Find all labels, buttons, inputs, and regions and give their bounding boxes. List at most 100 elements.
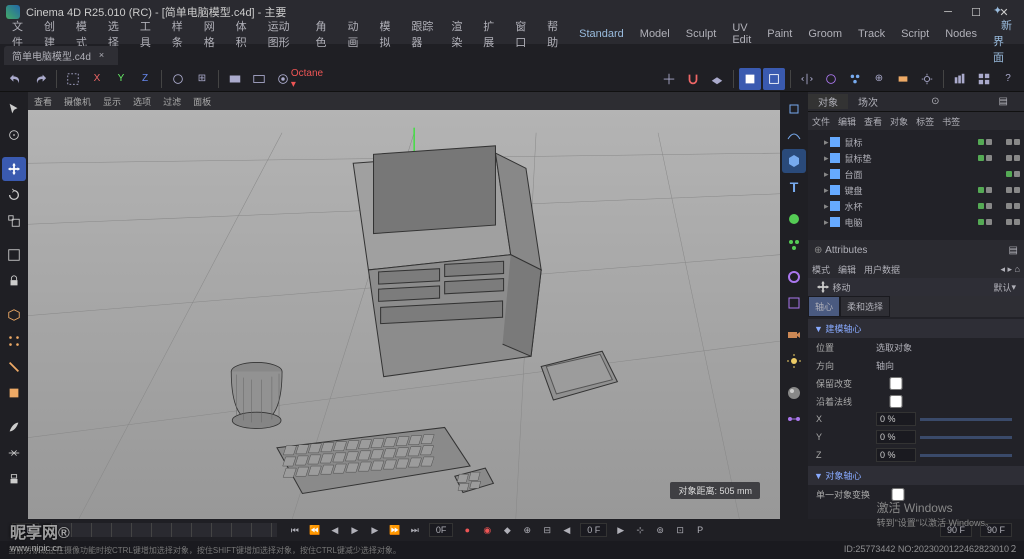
object-row[interactable]: ▸电脑 xyxy=(812,214,1020,230)
key-button[interactable]: ◆ xyxy=(498,521,516,539)
vmenu[interactable]: 摄像机 xyxy=(64,95,91,108)
move-tool[interactable] xyxy=(2,157,26,181)
attr-input[interactable] xyxy=(876,448,916,462)
attr-checkbox[interactable] xyxy=(876,395,916,408)
layout-item[interactable]: UV Edit xyxy=(724,22,759,46)
obj-sub[interactable]: 书签 xyxy=(942,115,960,128)
frame-current[interactable]: 0F xyxy=(429,523,454,537)
model-tool[interactable] xyxy=(2,303,26,327)
panel-tab-takes[interactable]: 场次 xyxy=(848,94,888,109)
menu-item[interactable]: 帮助 xyxy=(539,18,571,50)
object-row[interactable]: ▸鼠标 xyxy=(812,134,1020,150)
select-button[interactable] xyxy=(62,68,84,90)
search-icon[interactable]: ⊙ xyxy=(921,96,949,107)
attr-sub[interactable]: 用户数据 xyxy=(864,263,900,276)
vmenu[interactable]: 选项 xyxy=(133,95,151,108)
attr-input[interactable] xyxy=(876,412,916,426)
frame-marker[interactable]: 0 F xyxy=(580,523,607,537)
workplane-button[interactable] xyxy=(706,68,728,90)
keysel-button[interactable]: ⊟ xyxy=(538,521,556,539)
obj-sub[interactable]: 标签 xyxy=(916,115,934,128)
locked-tool[interactable] xyxy=(2,269,26,293)
generator-tool[interactable] xyxy=(782,207,806,231)
menu-item[interactable]: 网格 xyxy=(196,18,228,50)
object-row[interactable]: ▸台面 xyxy=(812,166,1020,182)
object-list[interactable]: ▸鼠标 ▸鼠标垫 ▸台面 ▸键盘 ▸水杯 ▸电脑 xyxy=(808,130,1024,240)
menu-item[interactable]: 工具 xyxy=(132,18,164,50)
menu-item[interactable]: 角色 xyxy=(308,18,340,50)
vmenu[interactable]: 过滤 xyxy=(163,95,181,108)
gear-icon[interactable] xyxy=(916,68,938,90)
obj-sub[interactable]: 编辑 xyxy=(838,115,856,128)
slider[interactable] xyxy=(920,454,1012,457)
material-tool[interactable] xyxy=(782,381,806,405)
layout-item[interactable]: Script xyxy=(893,28,937,40)
tool-preset[interactable]: 默认 xyxy=(993,281,1011,294)
menu-item[interactable]: 模拟 xyxy=(371,18,403,50)
attr-checkbox[interactable] xyxy=(876,377,916,390)
autokey-button[interactable]: ◉ xyxy=(478,521,496,539)
deform-tool[interactable] xyxy=(782,265,806,289)
new-ui[interactable]: 新界面 xyxy=(993,20,1012,64)
octane-button[interactable]: Octane ▾ xyxy=(296,68,318,90)
layout-button[interactable] xyxy=(973,68,995,90)
subdivision-button[interactable] xyxy=(763,68,785,90)
prev-frame-button[interactable]: ◀ xyxy=(326,521,344,539)
object-row[interactable]: ▸水杯 xyxy=(812,198,1020,214)
attr-input[interactable] xyxy=(876,430,916,444)
help-button[interactable]: ? xyxy=(997,68,1019,90)
filter-icon[interactable]: ▤ xyxy=(989,96,1018,107)
spline-tool[interactable] xyxy=(782,123,806,147)
vmenu[interactable]: 显示 xyxy=(103,95,121,108)
goto-start-button[interactable]: ⏮ xyxy=(286,521,304,539)
object-row[interactable]: ▸鼠标垫 xyxy=(812,150,1020,166)
redo-button[interactable] xyxy=(29,68,51,90)
keyopt-button[interactable]: ⊕ xyxy=(518,521,536,539)
camera-tool[interactable] xyxy=(782,323,806,347)
field-button[interactable]: ⊕ xyxy=(868,68,890,90)
cube-tool[interactable] xyxy=(782,149,806,173)
obj-sub[interactable]: 文件 xyxy=(812,115,830,128)
menu-item[interactable]: 样条 xyxy=(164,18,196,50)
text-tool[interactable]: T xyxy=(782,175,806,199)
coord-button[interactable] xyxy=(167,68,189,90)
viewport[interactable]: 查看 摄像机 显示 选项 过滤 面板 xyxy=(28,92,780,519)
object-row[interactable]: ▸键盘 xyxy=(812,182,1020,198)
z-button[interactable]: Z xyxy=(134,68,156,90)
extrude-tool[interactable] xyxy=(2,467,26,491)
menu-item[interactable]: 体积 xyxy=(228,18,260,50)
soft-button[interactable] xyxy=(739,68,761,90)
symmetry-button[interactable] xyxy=(796,68,818,90)
layout-item[interactable]: Paint xyxy=(759,28,800,40)
tab-close-icon[interactable]: × xyxy=(99,50,104,60)
param-key-icon[interactable]: P xyxy=(691,521,709,539)
node-tool[interactable] xyxy=(782,407,806,431)
pos-key-icon[interactable]: ⊹ xyxy=(631,521,649,539)
scale-tool[interactable] xyxy=(2,209,26,233)
attr-tab[interactable]: 柔和选择 xyxy=(840,296,890,317)
cursor-tool[interactable] xyxy=(2,97,26,121)
menu-item[interactable]: 窗口 xyxy=(507,18,539,50)
poly-tool[interactable] xyxy=(2,381,26,405)
attr-value[interactable]: 选取对象 xyxy=(876,341,1016,354)
attr-sub[interactable]: 编辑 xyxy=(838,263,856,276)
timeline-track[interactable] xyxy=(51,523,277,537)
rotate-tool[interactable] xyxy=(2,183,26,207)
layout-item[interactable]: Groom xyxy=(800,28,850,40)
scale-key-icon[interactable]: ⊡ xyxy=(671,521,689,539)
undo-button[interactable] xyxy=(5,68,27,90)
slider[interactable] xyxy=(920,436,1012,439)
goto-end-button[interactable]: ⏭ xyxy=(406,521,424,539)
tag-button[interactable] xyxy=(892,68,914,90)
slider[interactable] xyxy=(920,418,1012,421)
vmenu[interactable]: 查看 xyxy=(34,95,52,108)
layout-item[interactable]: Nodes xyxy=(937,28,985,40)
document-tab[interactable]: 简单电脑模型.c4d × xyxy=(4,46,118,65)
axis-button[interactable] xyxy=(658,68,680,90)
cloner-button[interactable] xyxy=(844,68,866,90)
layout-item[interactable]: Sculpt xyxy=(678,28,725,40)
section-header[interactable]: ▼ 对象轴心 xyxy=(808,466,1024,485)
null-tool[interactable] xyxy=(782,97,806,121)
brush-tool[interactable] xyxy=(2,415,26,439)
knife-tool[interactable] xyxy=(2,441,26,465)
